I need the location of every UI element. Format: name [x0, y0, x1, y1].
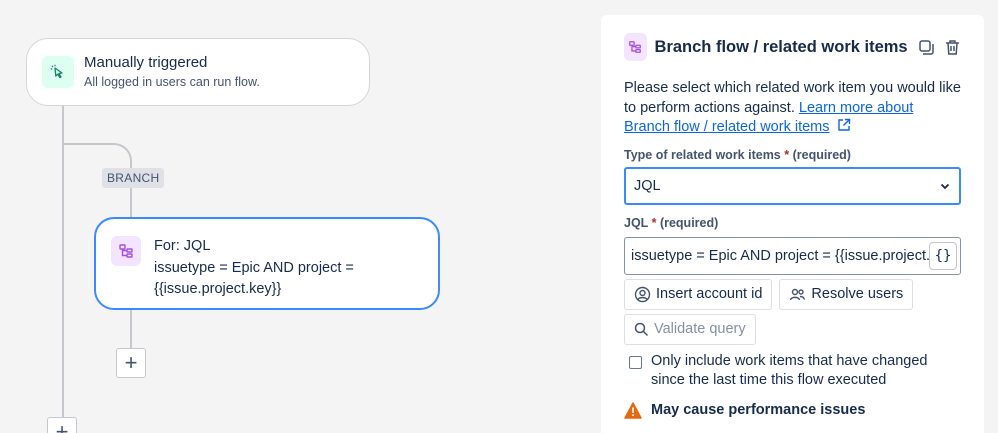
- trigger-title: Manually triggered: [84, 54, 208, 71]
- changed-items-checkbox[interactable]: [629, 355, 642, 369]
- user-circle-icon: [634, 286, 651, 302]
- chevron-down-icon: [940, 183, 950, 189]
- trigger-card[interactable]: Manually triggered All logged in users c…: [26, 38, 370, 106]
- external-link-icon: [837, 118, 850, 131]
- jql-input[interactable]: issuetype = Epic AND project = {{issue.p…: [624, 236, 961, 275]
- people-icon: [790, 288, 806, 300]
- warning-text: May cause performance issues: [651, 402, 866, 418]
- branch-card-title: For: JQL: [154, 238, 211, 254]
- performance-warning: May cause performance issues: [624, 401, 961, 419]
- warning-icon: [624, 401, 642, 419]
- validate-query-button[interactable]: Validate query: [624, 313, 756, 345]
- panel-description: Please select which related work item yo…: [624, 79, 961, 138]
- add-step-button-main[interactable]: +: [47, 417, 77, 433]
- connector-main: [62, 106, 64, 433]
- branch-label: BRANCH: [102, 168, 165, 188]
- duplicate-button[interactable]: [918, 36, 936, 58]
- type-select[interactable]: JQL: [624, 166, 961, 205]
- resolve-users-button[interactable]: Resolve users: [779, 278, 914, 310]
- connector-branch-down: [130, 188, 132, 217]
- validate-row: Validate query: [624, 313, 961, 345]
- delete-button[interactable]: [943, 36, 961, 58]
- changed-items-label: Only include work items that have change…: [651, 352, 928, 388]
- branch-card-query-line1: issuetype = Epic AND project =: [154, 259, 354, 276]
- panel-title: Branch flow / related work items: [654, 37, 908, 56]
- search-icon: [634, 322, 649, 336]
- trash-icon: [945, 39, 959, 55]
- branch-flow-icon: [624, 33, 647, 61]
- trigger-subtitle: All logged in users can run flow.: [84, 75, 260, 89]
- type-select-value: JQL: [634, 177, 661, 194]
- config-panel: Branch flow / related work items Please …: [601, 15, 984, 433]
- smart-value-button[interactable]: {}: [929, 241, 957, 270]
- copy-icon: [919, 39, 934, 55]
- jql-actions: Insert account id Resolve users: [624, 278, 961, 310]
- connector-branch-bottom: [130, 310, 132, 348]
- jql-input-value: issuetype = Epic AND project = {{issue.p…: [631, 247, 929, 264]
- flow-canvas: Manually triggered All logged in users c…: [0, 0, 600, 433]
- plus-icon: +: [55, 419, 69, 433]
- changed-items-option: Only include work items that have change…: [624, 352, 961, 390]
- jql-field-label: JQL * (required): [624, 215, 719, 230]
- insert-account-id-button[interactable]: Insert account id: [624, 278, 773, 310]
- branch-card[interactable]: For: JQL issuetype = Epic AND project = …: [94, 217, 440, 310]
- branch-card-query-line2: {{issue.project.key}}: [154, 281, 282, 297]
- cursor-click-icon: [42, 56, 74, 88]
- plus-icon: +: [124, 350, 138, 375]
- type-field-label: Type of related work items * (required): [624, 147, 851, 162]
- add-step-button-branch[interactable]: +: [116, 348, 146, 378]
- branch-flow-icon: [111, 236, 141, 266]
- panel-header: Branch flow / related work items: [624, 15, 961, 79]
